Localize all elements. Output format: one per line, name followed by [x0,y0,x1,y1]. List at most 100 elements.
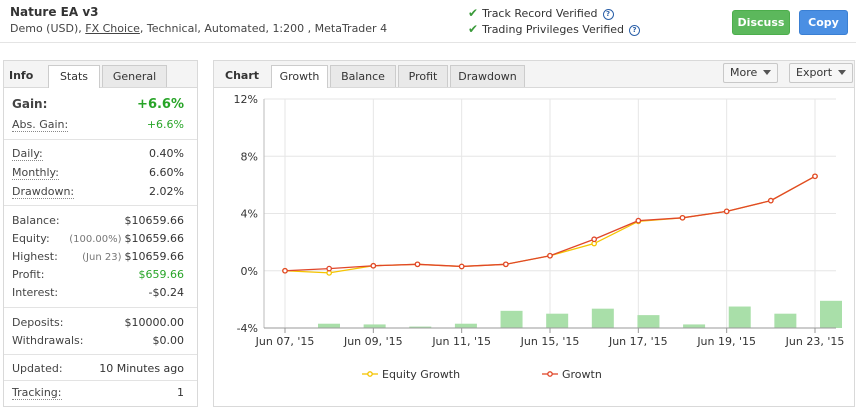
track-record-label: Track Record Verified [482,7,598,20]
x-tick-label: Jun 11, '15 [431,335,491,348]
export-dropdown[interactable]: Export [789,63,854,83]
equity-value: $10659.66 [124,232,185,245]
equity-label: Equity: [12,232,50,245]
growth-point [502,261,509,268]
growth-bar [683,324,706,328]
x-tick-label: Jun 19, '15 [696,335,756,348]
trading-privileges-verified: ✔ Trading Privileges Verified? [468,22,640,36]
withdrawals-row: Withdrawals: $0.00 [12,334,184,350]
growth-bar [546,313,569,328]
profit-label: Profit: [12,268,45,281]
abs-gain-row: Abs. Gain: +6.6% [12,118,184,134]
growth-point [723,208,730,215]
info-label: Info [9,69,34,82]
growth-point [591,236,598,243]
tab-profit[interactable]: Profit [398,65,448,87]
profit-value: $659.66 [138,268,185,281]
system-name: Nature EA v3 [10,5,99,19]
drawdown-value: 2.02% [149,185,184,198]
equity-value-wrap: (100.00%) $10659.66 [69,232,184,245]
updated-row: Updated: 10 Minutes ago [12,362,184,378]
x-tick-label: Jun 23, '15 [785,335,845,348]
equity-percent: (100.00%) [69,234,122,245]
interest-row: Interest: -$0.24 [12,286,184,302]
chart-tabs: Chart Growth Balance Profit Drawdown Mor… [214,61,854,88]
tracking-label[interactable]: Tracking: [12,386,62,400]
profit-row: Profit: $659.66 [12,268,184,284]
trading-privileges-label: Trading Privileges Verified [482,23,624,36]
chart-bars [318,300,842,328]
growth-point [458,263,465,270]
x-tick-label: Jun 17, '15 [608,335,668,348]
growth-point [679,214,686,221]
growth-bar [637,315,660,328]
highest-value: $10659.66 [124,250,185,263]
growth-legend-label: Growtn [562,368,602,381]
interest-label: Interest: [12,286,59,299]
highest-label: Highest: [12,250,58,263]
growth-legend-marker [547,371,553,377]
updated-label: Updated: [12,362,63,375]
deposits-label: Deposits: [12,316,64,329]
equity-row: Equity: (100.00%) $10659.66 [12,232,184,248]
equity-growth-legend-marker [367,371,373,377]
copy-button[interactable]: Copy [799,10,848,35]
tracking-row: Tracking: 1 [12,386,184,402]
discuss-button[interactable]: Discuss [732,10,790,35]
y-tick-label: 12% [234,93,258,106]
tracking-value: 1 [177,386,184,399]
system-desc-prefix: Demo (USD), [10,22,86,35]
monthly-label[interactable]: Monthly: [12,166,59,180]
abs-gain-label[interactable]: Abs. Gain: [12,118,69,132]
drawdown-label[interactable]: Drawdown: [12,185,75,199]
growth-bar [318,323,340,328]
withdrawals-label: Withdrawals: [12,334,84,347]
growth-point [547,252,553,259]
growth-bar [820,300,842,328]
growth-bar [500,310,523,328]
growth-chart: 12% 8% 4% 0% -4%Jun 07, '15 Jun 09, '15 Jun 11… [234,93,845,381]
tab-stats[interactable]: Stats [48,65,100,88]
checkmark-icon: ✔ [468,6,479,20]
export-label: Export [796,66,833,79]
x-tick-label: Jun 07, '15 [255,335,315,348]
help-icon[interactable]: ? [602,9,614,20]
updated-value: 10 Minutes ago [99,362,184,375]
interest-value: -$0.24 [148,286,184,299]
highest-value-wrap: (Jun 23) $10659.66 [82,250,184,263]
gain-row: Gain: +6.6% [12,97,184,115]
chart-axes: 12% 8% 4% 0% -4%Jun 07, '15 Jun 09, '15 Jun 11… [234,93,845,348]
drawdown-row: Drawdown: 2.02% [12,185,184,201]
y-tick-label: 8% [241,150,258,163]
chart-label: Chart [225,69,260,82]
system-description: Demo (USD), FX Choice, Technical, Automa… [10,22,387,35]
daily-label[interactable]: Daily: [12,147,43,161]
growth-bar [774,313,797,328]
growth-point [635,217,642,224]
divider [4,307,197,308]
tab-balance[interactable]: Balance [330,65,396,87]
growth-point [282,267,288,274]
divider [4,139,197,140]
y-tick-label: 4% [241,208,258,221]
track-record-verified: ✔ Track Record Verified? [468,6,614,20]
daily-value: 0.40% [149,147,184,160]
tab-growth[interactable]: Growth [271,65,328,88]
tab-drawdown[interactable]: Drawdown [450,65,525,87]
chart-panel: Chart Growth Balance Profit Drawdown Mor… [213,60,855,407]
broker-link[interactable]: FX Choice [85,22,140,35]
stats-panel: Info Stats General Gain: +6.6% Abs. Gain… [3,60,198,407]
help-icon[interactable]: ? [629,25,640,36]
monthly-row: Monthly: 6.60% [12,166,184,182]
growth-point [812,173,818,180]
daily-row: Daily: 0.40% [12,147,184,163]
y-tick-label: 0% [241,265,258,278]
more-dropdown[interactable]: More [723,63,779,83]
chevron-down-icon [763,70,772,75]
more-label: More [730,66,758,79]
deposits-row: Deposits: $10000.00 [12,316,184,332]
equity-growth-legend-label: Equity Growth [382,368,460,381]
gain-value: +6.6% [137,97,184,112]
tab-general[interactable]: General [102,65,167,87]
balance-row: Balance: $10659.66 [12,214,184,230]
